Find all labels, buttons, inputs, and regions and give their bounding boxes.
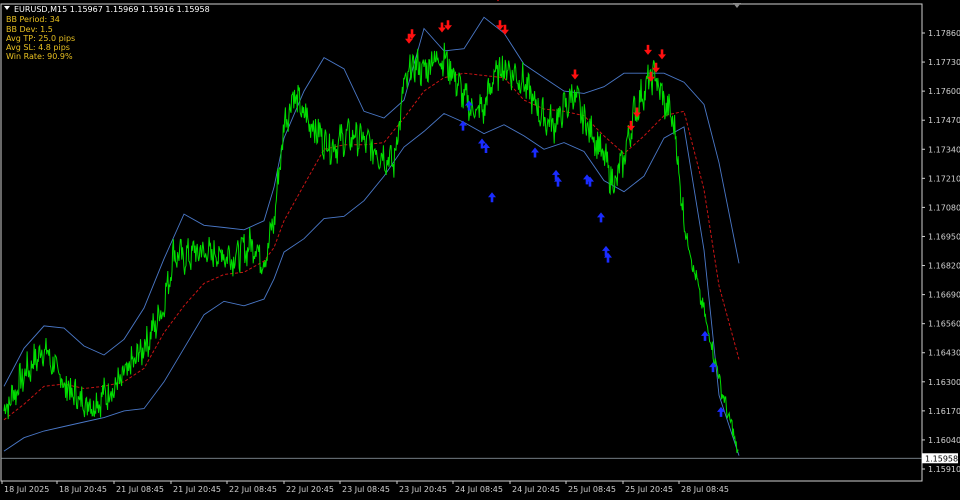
chart-root[interactable]: EURUSD,M15 1.15967 1.15969 1.15916 1.159… (0, 0, 960, 496)
y-tick-label: 1.17470 (928, 116, 960, 125)
stat-win-rate: Win Rate: 90.9% (6, 52, 73, 61)
y-tick-label: 1.16300 (928, 378, 960, 387)
y-tick-label: 1.17600 (928, 87, 960, 96)
chart-background (0, 0, 960, 496)
y-tick-label: 1.15910 (928, 465, 960, 474)
y-tick-label: 1.16040 (928, 436, 960, 445)
x-tick-label: 18 Jul 20:45 (59, 485, 107, 494)
y-tick-label: 1.16170 (928, 407, 960, 416)
y-tick-label: 1.16950 (928, 232, 960, 241)
y-tick-label: 1.17210 (928, 174, 960, 183)
x-tick-label: 23 Jul 08:45 (342, 485, 390, 494)
x-tick-label: 25 Jul 20:45 (625, 485, 673, 494)
x-tick-label: 24 Jul 08:45 (455, 485, 503, 494)
stat-avg-sl: Avg SL: 4.8 pips (6, 43, 70, 52)
x-tick-label: 28 Jul 08:45 (681, 485, 729, 494)
y-tick-label: 1.17080 (928, 203, 960, 212)
y-tick-label: 1.16690 (928, 291, 960, 300)
symbol-quote-line: EURUSD,M15 1.15967 1.15969 1.15916 1.159… (14, 5, 210, 14)
x-tick-label: 21 Jul 20:45 (173, 485, 221, 494)
x-tick-label: 23 Jul 20:45 (399, 485, 447, 494)
stat-avg-tp: Avg TP: 25.0 pips (6, 34, 75, 43)
current-price-label: 1.15958 (925, 454, 958, 463)
x-tick-label: 22 Jul 08:45 (229, 485, 277, 494)
x-tick-label: 25 Jul 08:45 (568, 485, 616, 494)
y-tick-label: 1.17340 (928, 145, 960, 154)
x-tick-label: 22 Jul 20:45 (286, 485, 334, 494)
y-tick-label: 1.16430 (928, 349, 960, 358)
y-tick-label: 1.16820 (928, 262, 960, 271)
y-tick-label: 1.16560 (928, 320, 960, 329)
y-tick-label: 1.17730 (928, 58, 960, 67)
y-tick-label: 1.17860 (928, 29, 960, 38)
x-tick-label: 21 Jul 08:45 (116, 485, 164, 494)
price-chart[interactable]: EURUSD,M15 1.15967 1.15969 1.15916 1.159… (0, 0, 960, 496)
current-price-badge: 1.15958 (922, 453, 958, 464)
stat-bb-dev: BB Dev: 1.5 (6, 25, 53, 34)
stat-bb-period: BB Period: 34 (6, 15, 60, 24)
x-tick-label: 24 Jul 20:45 (512, 485, 560, 494)
x-tick-label: 18 Jul 2025 (4, 485, 49, 494)
